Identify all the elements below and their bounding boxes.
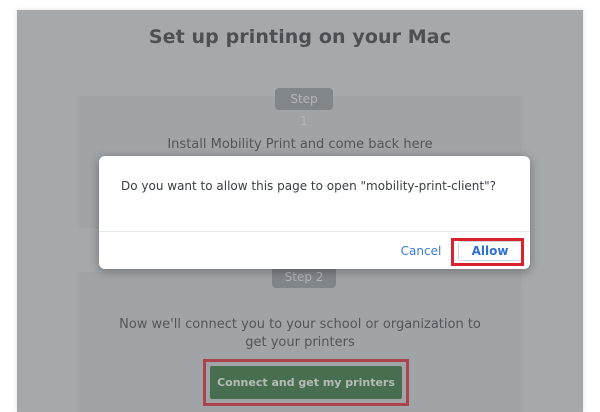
cancel-button[interactable]: Cancel [391,240,451,262]
dialog-message: Do you want to allow this page to open "… [121,179,496,193]
screenshot: Set up printing on your Mac Step 1 Insta… [0,0,600,412]
dialog-divider [99,231,530,232]
allow-button-highlight [451,238,524,266]
